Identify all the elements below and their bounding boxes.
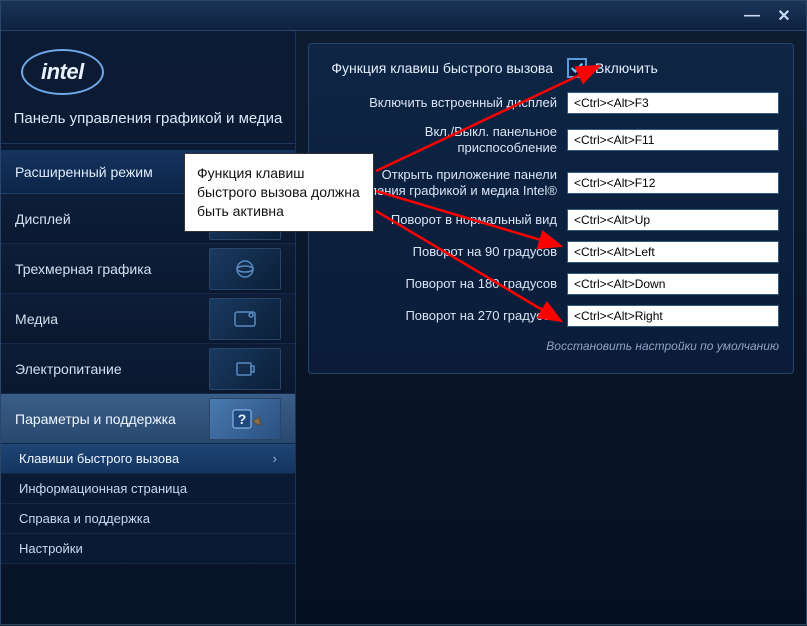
hotkey-input-rotate-normal[interactable] [567, 209, 779, 231]
sub-label: Настройки [19, 541, 83, 556]
hotkey-input-panel-fit[interactable] [567, 129, 779, 151]
intel-logo: intel [21, 49, 104, 95]
hotkey-row: Поворот на 180 градусов [323, 273, 779, 295]
hotkey-enable-row: Функция клавиш быстрого вызова Включить [323, 58, 779, 78]
minimize-button[interactable]: — [738, 5, 766, 27]
sub-settings[interactable]: Настройки [1, 534, 295, 564]
sub-info-page[interactable]: Информационная страница [1, 474, 295, 504]
title-bar: — ✕ [1, 1, 806, 31]
sidebar: intel Панель управления графикой и медиа… [1, 31, 296, 624]
thumb-3d-icon [209, 248, 281, 290]
enable-label: Включить [595, 60, 658, 76]
nav-label: Дисплей [15, 211, 71, 227]
thumb-help-icon: ? [209, 398, 281, 440]
sub-label: Справка и поддержка [19, 511, 150, 526]
sub-label: Клавиши быстрого вызова [19, 451, 179, 466]
hotkey-input-rotate-90[interactable] [567, 241, 779, 263]
sub-help[interactable]: Справка и поддержка [1, 504, 295, 534]
enable-checkbox[interactable] [567, 58, 587, 78]
settings-panel: Функция клавиш быстрого вызова Включить … [308, 43, 794, 374]
hotkey-row: Поворот на 270 градусов [323, 305, 779, 327]
nav-media[interactable]: Медиа [1, 294, 295, 344]
hotkey-row: Поворот на 90 градусов [323, 241, 779, 263]
logo-area: intel [1, 31, 295, 105]
thumb-power-icon [209, 348, 281, 390]
nav-power[interactable]: Электропитание [1, 344, 295, 394]
svg-text:?: ? [238, 411, 247, 427]
hotkey-row: Вкл./Выкл. панельное приспособление [323, 124, 779, 157]
hotkey-input-rotate-180[interactable] [567, 273, 779, 295]
app-window: — ✕ intel Панель управления графикой и м… [0, 0, 807, 625]
chevron-right-icon: › [273, 451, 277, 466]
nav-options-support[interactable]: Параметры и поддержка ? [1, 394, 295, 444]
hotkey-row: Поворот в нормальный вид [323, 209, 779, 231]
nav-label: Трехмерная графика [15, 261, 151, 277]
hotkey-label: Поворот на 180 градусов [323, 276, 567, 292]
hotkey-label: Включить встроенный дисплей [323, 95, 567, 111]
sub-label: Информационная страница [19, 481, 187, 496]
hotkey-input-rotate-270[interactable] [567, 305, 779, 327]
annotation-callout: Функция клавиш быстрого вызова должна бы… [184, 153, 374, 232]
hotkey-input-builtin-display[interactable] [567, 92, 779, 114]
hotkey-label: Вкл./Выкл. панельное приспособление [323, 124, 567, 157]
panel-title: Панель управления графикой и медиа [1, 105, 295, 144]
hotkey-input-open-panel[interactable] [567, 172, 779, 194]
nav-label: Электропитание [15, 361, 122, 377]
close-button[interactable]: ✕ [770, 5, 798, 27]
hotkey-label: Поворот на 90 градусов [323, 244, 567, 260]
hotkey-row: Включить встроенный дисплей [323, 92, 779, 114]
sub-hotkeys[interactable]: Клавиши быстрого вызова › [1, 444, 295, 474]
nav-label: Медиа [15, 311, 58, 327]
hotkey-row: Открыть приложение панели управления гра… [323, 167, 779, 200]
reset-defaults-link[interactable]: Восстановить настройки по умолчанию [546, 339, 779, 353]
nav-3d[interactable]: Трехмерная графика [1, 244, 295, 294]
nav-label: Расширенный режим [15, 164, 153, 180]
content-area: Функция клавиш быстрого вызова Включить … [296, 31, 806, 624]
nav-label: Параметры и поддержка [15, 411, 176, 427]
sub-nav: Клавиши быстрого вызова › Информационная… [1, 444, 295, 564]
hotkey-label: Поворот на 270 градусов [323, 308, 567, 324]
thumb-media-icon [209, 298, 281, 340]
hotkey-function-label: Функция клавиш быстрого вызова [323, 60, 567, 76]
